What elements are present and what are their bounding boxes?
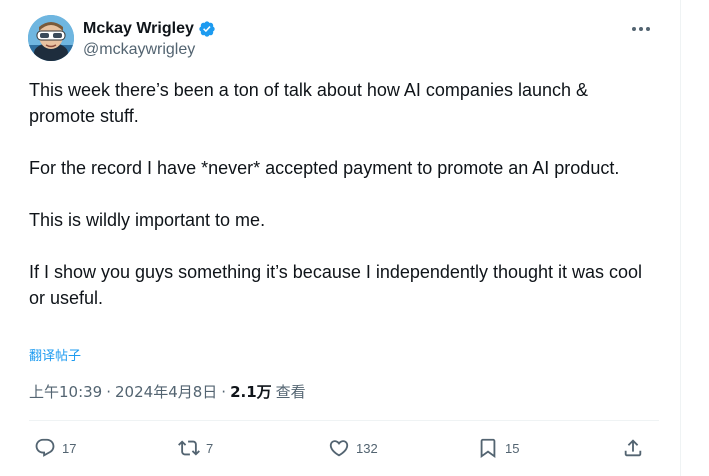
more-options-button[interactable] <box>627 18 655 40</box>
tweet-date[interactable]: 2024年4月8日 <box>115 381 217 402</box>
meta-separator: · <box>106 382 112 401</box>
bookmark-count: 15 <box>505 440 520 456</box>
avatar-image <box>28 15 74 61</box>
tweet-paragraph: If I show you guys something it’s becaus… <box>29 262 648 308</box>
author-info: Mckay Wrigley @mckaywrigley <box>83 18 216 59</box>
tweet-time[interactable]: 上午10:39 <box>29 381 102 402</box>
heart-icon <box>329 440 349 457</box>
retweet-icon <box>178 440 200 456</box>
reply-button[interactable]: 17 <box>34 431 76 465</box>
author-name-row: Mckay Wrigley <box>83 18 216 40</box>
reply-count: 17 <box>62 440 77 456</box>
author-handle[interactable]: @mckaywrigley <box>83 41 216 59</box>
retweet-count: 7 <box>206 440 214 456</box>
tweet-metadata: 上午10:39 · 2024年4月8日 · 2.1万 查看 <box>29 381 306 402</box>
bookmark-button[interactable]: 15 <box>477 431 519 465</box>
tweet-paragraph: This week there’s been a ton of talk abo… <box>29 80 594 126</box>
tweet-actions-bar: 17 7 132 15 <box>29 431 659 465</box>
views-label: 查看 <box>275 383 306 401</box>
tweet-paragraph: For the record I have *never* accepted p… <box>29 158 620 178</box>
share-button[interactable] <box>622 431 644 465</box>
translate-post-link[interactable]: 翻译帖子 <box>29 345 81 364</box>
views-count[interactable]: 2.1万 <box>230 381 272 402</box>
like-count: 132 <box>356 440 378 456</box>
tweet-text: This week there’s been a ton of talk abo… <box>29 77 659 311</box>
reply-icon <box>35 438 55 457</box>
tweet-detail-page: Mckay Wrigley @mckaywrigley This week th… <box>0 0 709 476</box>
bookmark-icon <box>480 438 496 459</box>
right-gutter <box>681 0 709 476</box>
more-horizontal-icon <box>632 27 650 31</box>
retweet-button[interactable]: 7 <box>178 431 213 465</box>
share-icon <box>624 439 642 457</box>
avatar[interactable] <box>28 15 74 61</box>
divider <box>29 420 659 421</box>
verified-badge-icon[interactable] <box>198 20 216 38</box>
tweet-paragraph: This is wildly important to me. <box>29 210 266 230</box>
meta-separator: · <box>221 382 227 401</box>
like-button[interactable]: 132 <box>328 431 378 465</box>
author-display-name[interactable]: Mckay Wrigley <box>83 20 194 38</box>
